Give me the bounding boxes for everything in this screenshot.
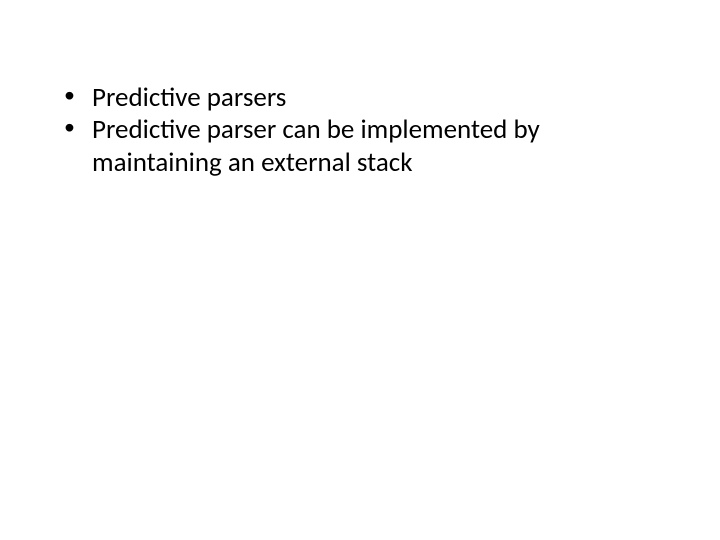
list-item: Predictive parser can be implemented by … (54, 114, 660, 179)
bullet-text: Predictive parsers (92, 81, 286, 114)
list-item: Predictive parsers (54, 82, 660, 114)
bullet-list: Predictive parsers Predictive parser can… (54, 82, 660, 179)
bullet-text: Predictive parser can be implemented by … (92, 113, 540, 178)
slide: Predictive parsers Predictive parser can… (0, 0, 720, 540)
